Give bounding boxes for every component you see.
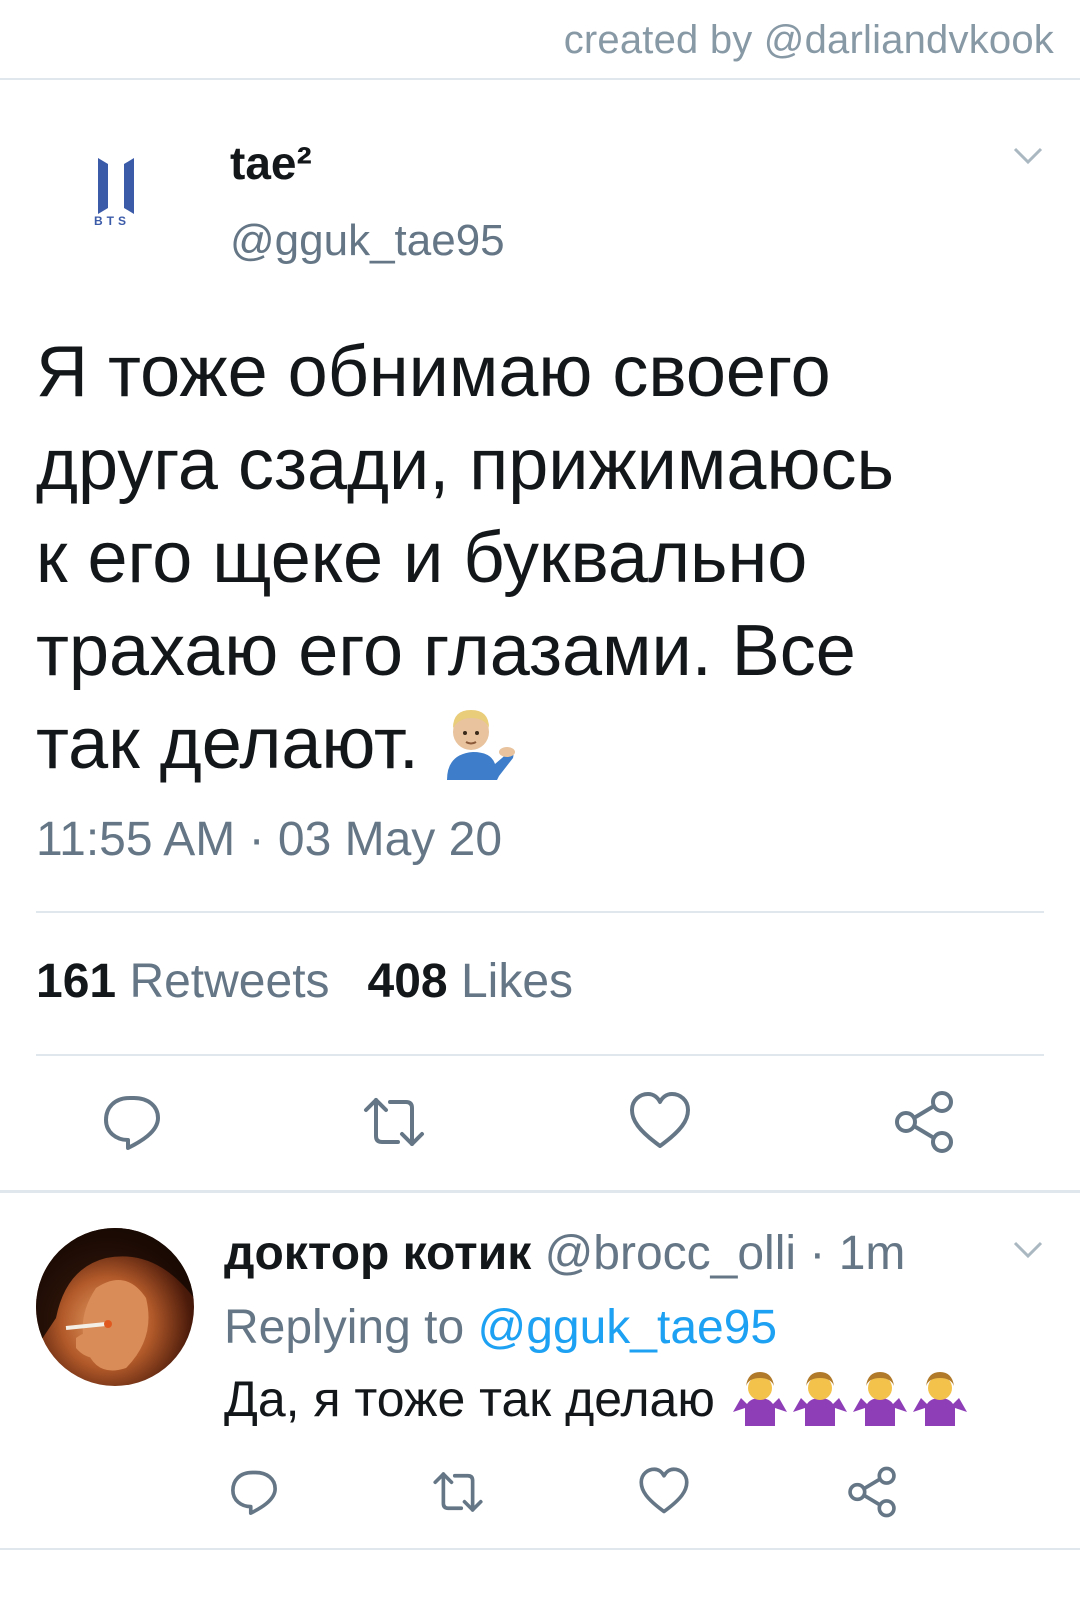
tweet-timestamp[interactable]: 11:55 AM · 03 May 20: [36, 812, 502, 867]
retweet-icon[interactable]: [362, 1090, 426, 1154]
divider: [36, 1054, 1044, 1056]
share-icon[interactable]: [892, 1090, 956, 1154]
avatar-label: BTS: [94, 214, 130, 228]
reply-like-heart-icon[interactable]: [638, 1466, 690, 1518]
reply-handle[interactable]: @brocc_olli: [545, 1227, 796, 1280]
credit-divider: [0, 78, 1080, 80]
replying-to: Replying to @gguk_tae95: [224, 1300, 777, 1355]
tweet-text-line: Я тоже обнимаю своего: [36, 332, 831, 412]
tweet-text-line: к его щеке и буквально: [36, 518, 808, 598]
reply-text: Да, я тоже так делаю: [224, 1368, 969, 1428]
retweets-label[interactable]: Retweets: [129, 955, 329, 1008]
man-tipping-hand-emoji-icon: [439, 702, 517, 780]
woman-shrugging-emoji-icon: [791, 1368, 849, 1426]
woman-shrugging-emoji-icon: [731, 1368, 789, 1426]
bottom-divider: [0, 1548, 1080, 1550]
reply-avatar[interactable]: [36, 1228, 194, 1386]
retweets-count[interactable]: 161: [36, 955, 116, 1008]
woman-shrugging-emoji-icon: [851, 1368, 909, 1426]
reply-reply-icon[interactable]: [228, 1466, 280, 1518]
credit-text: created by @darliandvkook: [563, 18, 1054, 62]
tweet-text-line-last: так делают.: [36, 698, 1036, 791]
tweet-text-line: друга сзади, прижимаюсь: [36, 425, 894, 505]
like-heart-icon[interactable]: [628, 1090, 692, 1154]
tweet-menu-chevron-icon[interactable]: [1012, 146, 1044, 166]
reply-share-icon[interactable]: [846, 1466, 898, 1518]
tweet-text: Я тоже обнимаю своего друга сзади, прижи…: [36, 326, 1036, 791]
tweet-text-line: так делают.: [36, 704, 419, 784]
reply-retweet-icon[interactable]: [432, 1466, 484, 1518]
tweet-display-name[interactable]: tae²: [230, 136, 312, 190]
tweet-divider: [0, 1190, 1080, 1193]
likes-count[interactable]: 408: [368, 955, 448, 1008]
replying-prefix: Replying to: [224, 1301, 465, 1354]
divider: [36, 911, 1044, 913]
reply-display-name[interactable]: доктор котик: [224, 1227, 531, 1280]
reply-menu-chevron-icon[interactable]: [1012, 1240, 1044, 1260]
tweet-handle[interactable]: @gguk_tae95: [230, 216, 505, 266]
tweet-stats: 161 Retweets 408 Likes: [36, 954, 573, 1009]
likes-label[interactable]: Likes: [461, 955, 573, 1008]
reply-time[interactable]: · 1m: [809, 1227, 905, 1280]
tweet-text-line: трахаю его глазами. Все: [36, 611, 856, 691]
reply-icon[interactable]: [100, 1090, 164, 1154]
woman-shrugging-emoji-icon: [911, 1368, 969, 1426]
replying-mention-link[interactable]: @gguk_tae95: [477, 1301, 777, 1354]
reply-text-body: Да, я тоже так делаю: [224, 1371, 715, 1427]
reply-header: доктор котик @brocc_olli · 1m: [224, 1226, 905, 1281]
